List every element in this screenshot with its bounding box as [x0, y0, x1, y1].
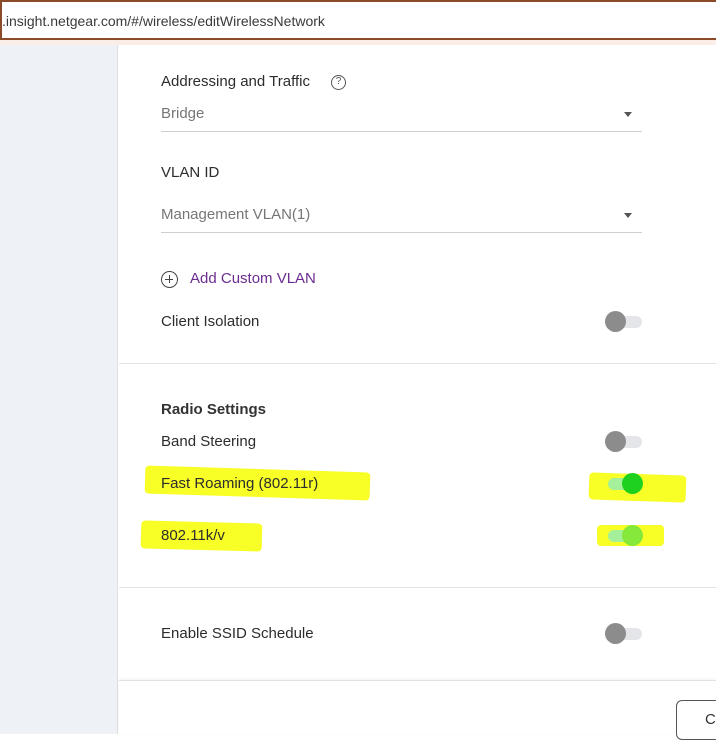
vlan-select-underline — [161, 232, 642, 233]
toggle-knob — [622, 525, 643, 546]
ssid-schedule-label: Enable SSID Schedule — [161, 625, 314, 642]
section-divider — [119, 363, 716, 364]
addressing-select-value[interactable]: Bridge — [161, 105, 204, 122]
left-sidebar — [0, 45, 118, 734]
fast-roaming-toggle[interactable] — [605, 472, 643, 494]
fast-roaming-label: Fast Roaming (802.11r) — [161, 475, 319, 492]
client-isolation-label: Client Isolation — [161, 313, 260, 330]
toggle-knob — [605, 431, 626, 452]
client-isolation-toggle[interactable] — [605, 310, 643, 332]
section-divider — [119, 587, 716, 588]
help-icon[interactable]: ? — [331, 75, 346, 90]
form-footer: C — [119, 680, 716, 740]
add-custom-vlan-link[interactable]: Add Custom VLAN — [190, 270, 316, 287]
chevron-down-icon[interactable] — [624, 213, 632, 218]
toggle-knob — [622, 473, 643, 494]
vlan-id-label: VLAN ID — [161, 164, 220, 181]
address-bar[interactable]: .insight.netgear.com/#/wireless/editWire… — [0, 0, 716, 40]
kv-toggle[interactable] — [605, 524, 643, 546]
band-steering-toggle[interactable] — [605, 430, 643, 452]
addressing-select-underline — [161, 131, 642, 132]
toggle-knob — [605, 623, 626, 644]
band-steering-label: Band Steering — [161, 433, 257, 450]
addressing-label: Addressing and Traffic — [161, 73, 310, 90]
chevron-down-icon[interactable] — [624, 112, 632, 117]
add-circle-icon[interactable] — [161, 271, 178, 288]
toggle-knob — [605, 311, 626, 332]
cancel-button[interactable]: C — [676, 700, 716, 740]
kv-label: 802.11k/v — [161, 527, 225, 544]
wireless-network-form: Addressing and Traffic ? Bridge VLAN ID … — [119, 45, 716, 734]
ssid-schedule-toggle[interactable] — [605, 622, 643, 644]
radio-settings-heading: Radio Settings — [161, 401, 267, 418]
vlan-select-value[interactable]: Management VLAN(1) — [161, 206, 310, 223]
url-text[interactable]: .insight.netgear.com/#/wireless/editWire… — [2, 13, 325, 29]
